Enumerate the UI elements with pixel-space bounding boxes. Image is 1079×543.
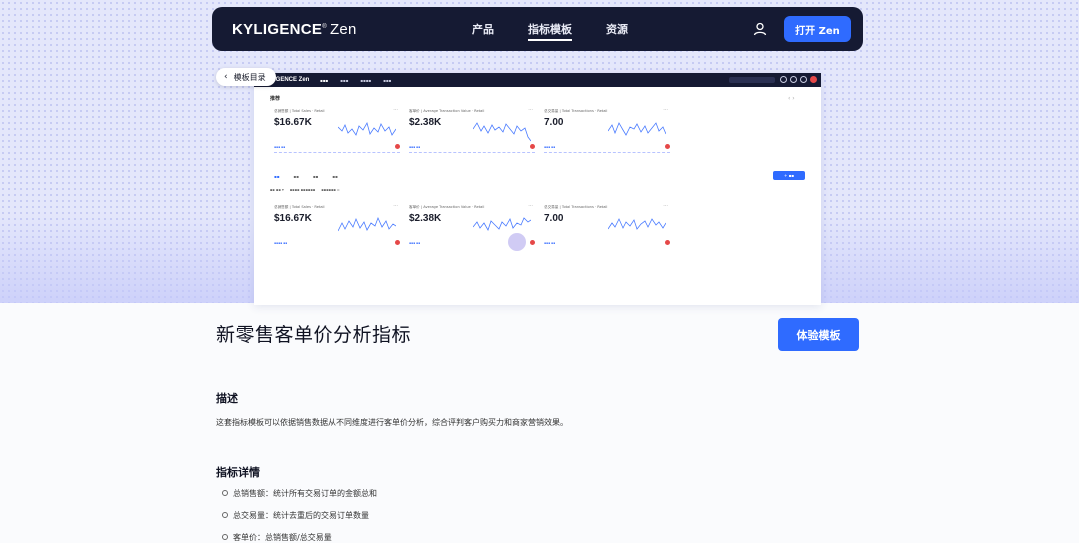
open-zen-button[interactable]: 打开 Zen <box>784 16 851 42</box>
card-menu-icon: ··· <box>393 107 398 113</box>
logo-product: Zen <box>329 20 357 38</box>
preview-subtab: ▪▪ <box>293 174 299 179</box>
sparkline <box>338 121 396 136</box>
preview-avatar-icon <box>810 76 817 83</box>
template-preview: KYLIGENCE Zen ▪▪▪ ▪▪▪ ▪▪▪▪ ▪▪▪ 推荐 ‹ › 总销… <box>254 73 821 305</box>
card-footer: ▪▪▪ ▪▪ <box>409 241 421 245</box>
preview-card: 总交易量 | Total Transactions · Retail 7.00 … <box>544 107 670 153</box>
card-title: 总交易量 | Total Transactions · Retail <box>544 109 608 113</box>
preview-icon <box>800 76 807 83</box>
preview-tab: ▪▪▪▪ <box>360 77 372 83</box>
chevron-left-icon: ‹ <box>224 72 228 82</box>
card-alert-icon <box>530 144 535 149</box>
card-alert-icon <box>665 240 670 245</box>
nav-link-resources[interactable]: 资源 <box>606 7 628 51</box>
sparkline <box>473 122 531 142</box>
preview-add-button: + ▪▪ <box>773 171 805 180</box>
preview-card: 客单价 | Average Transaction Value · Retail… <box>409 107 535 153</box>
preview-icon <box>780 76 787 83</box>
card-title: 总销售额 | Total Sales · Retail <box>274 109 325 113</box>
card-menu-icon: ··· <box>663 203 668 209</box>
list-item: 总销售额：统计所有交易订单的金额总和 <box>222 488 377 510</box>
card-title: 总交易量 | Total Transactions · Retail <box>544 205 608 209</box>
nav-link-templates[interactable]: 指标模板 <box>528 7 572 51</box>
card-alert-icon <box>395 240 400 245</box>
preview-card: 总交易量 | Total Transactions · Retail 7.00 … <box>544 203 670 249</box>
preview-section-title: 推荐 <box>270 96 281 102</box>
card-footer: ▪▪▪▪ ▪▪ <box>274 241 288 245</box>
description-heading: 描述 <box>216 392 238 405</box>
card-alert-icon <box>395 144 400 149</box>
page-title: 新零售客单价分析指标 <box>216 324 412 346</box>
preview-subtab: ▪▪ <box>274 174 280 179</box>
description-text: 这套指标模板可以依据销售数据从不同维度进行客单价分析，综合评判客户购买力和商家营… <box>216 418 568 427</box>
try-template-button[interactable]: 体验模板 <box>778 318 859 351</box>
top-nav: KYLIGENCE® Zen 产品 指标模板 资源 打开 Zen <box>212 7 863 51</box>
card-menu-icon: ··· <box>528 203 533 209</box>
card-title: 总销售额 | Total Sales · Retail <box>274 205 325 209</box>
card-alert-icon <box>530 240 535 245</box>
cursor-highlight <box>508 233 526 251</box>
card-footer: ▪▪▪ ▪▪ <box>409 145 421 149</box>
nav-link-products[interactable]: 产品 <box>472 7 494 51</box>
preview-subtab: ▪▪ <box>332 174 338 179</box>
logo-brand: KYLIGENCE <box>232 20 323 38</box>
preview-icon <box>790 76 797 83</box>
back-to-catalog-button[interactable]: ‹ 模板目录 <box>216 68 276 86</box>
preview-topbar: KYLIGENCE Zen ▪▪▪ ▪▪▪ ▪▪▪▪ ▪▪▪ <box>254 73 821 87</box>
user-icon[interactable] <box>752 21 768 37</box>
preview-card: 总销售额 | Total Sales · Retail $16.67K ··· … <box>274 107 400 153</box>
list-item: 总交易量：统计去重后的交易订单数量 <box>222 510 377 532</box>
card-menu-icon: ··· <box>528 107 533 113</box>
card-divider <box>544 152 670 153</box>
sparkline <box>338 216 396 232</box>
sparkline <box>608 218 666 230</box>
preview-tab: ▪▪▪ <box>383 77 392 83</box>
card-title: 客单价 | Average Transaction Value · Retail <box>409 205 485 209</box>
card-footer: ▪▪▪ ▪▪ <box>544 241 556 245</box>
preview-filter-bar: ▪▪ ▪▪ ▾ ▪▪▪▪ ▪▪▪▪▪▪ ▪▪▪▪▪▪ ▫ <box>270 188 340 192</box>
preview-subtabs: ▪▪ ▪▪ ▪▪ ▪▪ <box>274 174 338 179</box>
preview-filter: ▪▪ ▪▪ ▾ <box>270 188 284 192</box>
preview-card: 总销售额 | Total Sales · Retail $16.67K ··· … <box>274 203 400 249</box>
preview-filter: ▪▪▪▪▪▪ ▫ <box>321 188 340 192</box>
card-menu-icon: ··· <box>663 107 668 113</box>
back-button-label: 模板目录 <box>233 72 266 82</box>
sparkline <box>608 122 666 136</box>
preview-tabs: ▪▪▪ ▪▪▪ ▪▪▪▪ ▪▪▪ <box>320 73 391 87</box>
list-item: 客单价：总销售额/总交易量 <box>222 532 377 543</box>
preview-carousel-arrows: ‹ › <box>788 95 795 102</box>
card-divider <box>409 152 535 153</box>
logo[interactable]: KYLIGENCE® Zen <box>232 21 357 38</box>
card-menu-icon: ··· <box>393 203 398 209</box>
preview-filter: ▪▪▪▪ ▪▪▪▪▪▪ <box>289 188 316 192</box>
card-divider <box>274 152 400 153</box>
details-heading: 指标详情 <box>216 466 260 479</box>
card-footer: ▪▪▪ ▪▪ <box>274 145 286 149</box>
preview-subtab: ▪▪ <box>312 174 319 179</box>
preview-tab: ▪▪▪ <box>340 77 349 83</box>
preview-tab: ▪▪▪ <box>320 77 329 83</box>
card-alert-icon <box>665 144 670 149</box>
card-footer: ▪▪▪ ▪▪ <box>544 145 556 149</box>
card-title: 客单价 | Average Transaction Value · Retail <box>409 109 485 113</box>
nav-links: 产品 指标模板 资源 <box>472 7 628 51</box>
preview-icons <box>780 76 817 83</box>
preview-search-bar <box>729 77 775 83</box>
metric-details-list: 总销售额：统计所有交易订单的金额总和 总交易量：统计去重后的交易订单数量 客单价… <box>222 488 377 543</box>
